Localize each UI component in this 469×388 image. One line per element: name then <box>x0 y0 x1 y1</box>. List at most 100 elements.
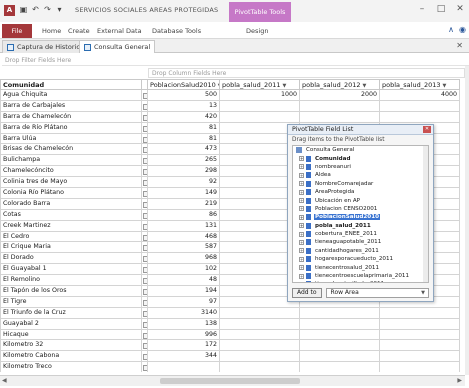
empty-cell[interactable] <box>300 100 380 112</box>
poblacion-salud-2010-cell[interactable]: 149 <box>148 188 220 199</box>
poblacion-salud-2010-cell[interactable]: 131 <box>148 220 220 232</box>
empty-cell[interactable] <box>380 318 460 330</box>
column-value-cell[interactable]: 4000 <box>380 90 460 101</box>
expand-toggle-icon[interactable] <box>142 90 148 101</box>
expand-toggle-icon[interactable] <box>142 231 148 243</box>
comunidad-cell[interactable]: Colorado Barra <box>0 198 142 210</box>
close-icon[interactable]: ✕ <box>455 4 465 14</box>
expand-toggle-icon[interactable] <box>142 188 148 199</box>
comunidad-cell[interactable]: Hicaque <box>0 329 142 341</box>
close-icon[interactable]: ✕ <box>423 126 431 133</box>
comunidad-cell[interactable]: Barra de Chamelecón <box>0 111 142 123</box>
comunidad-cell[interactable]: Barra de Río Plátano <box>0 122 142 134</box>
expand-plus-icon[interactable]: + <box>299 239 304 245</box>
comunidad-cell[interactable]: Colonia Río Plátano <box>0 188 142 199</box>
poblacion-salud-2010-cell[interactable]: 92 <box>148 177 220 189</box>
expand-toggle-icon[interactable] <box>142 318 148 330</box>
comunidad-cell[interactable]: El Guayabal 1 <box>0 264 142 276</box>
file-tab[interactable]: File <box>2 24 32 38</box>
expand-toggle-icon[interactable] <box>142 177 148 189</box>
empty-cell[interactable] <box>300 111 380 123</box>
empty-cell[interactable] <box>300 362 380 372</box>
tab-create[interactable]: Create <box>68 25 90 37</box>
comunidad-cell[interactable]: El Triunfo de la Cruz <box>0 307 142 319</box>
empty-cell[interactable] <box>380 340 460 352</box>
expand-toggle-icon[interactable] <box>142 144 148 156</box>
field-list-item[interactable]: + cantidadhogares_2011 <box>293 247 428 255</box>
field-tree-root[interactable]: Consulta General <box>293 146 428 154</box>
empty-cell[interactable] <box>220 329 300 341</box>
poblacion-salud-2010-cell[interactable]: 102 <box>148 264 220 276</box>
column-value-cell[interactable]: 2000 <box>300 90 380 101</box>
empty-cell[interactable] <box>380 329 460 341</box>
expand-plus-icon[interactable]: + <box>299 156 304 162</box>
minimize-icon[interactable]: – <box>417 4 427 14</box>
poblacion-salud-2010-cell[interactable]: 86 <box>148 209 220 221</box>
field-list-scrollbar[interactable] <box>423 146 428 282</box>
comunidad-cell[interactable]: Agua Chiquita <box>0 90 142 101</box>
field-list-item[interactable]: + pobla_salud_2011 <box>293 222 428 230</box>
comunidad-cell[interactable]: El Remolino <box>0 275 142 287</box>
poblacion-salud-2010-cell[interactable]: 172 <box>148 340 220 352</box>
column-header[interactable]: pobla_salud_2011 ▼ <box>220 79 300 90</box>
comunidad-cell[interactable]: Cotas <box>0 209 142 221</box>
save-icon[interactable]: ▣ <box>19 5 28 15</box>
expand-toggle-icon[interactable] <box>142 340 148 352</box>
filter-drop-zone[interactable]: Drop Filter Fields Here <box>2 55 469 66</box>
empty-cell[interactable] <box>300 351 380 363</box>
scrollbar-thumb[interactable] <box>160 378 300 384</box>
expand-toggle-icon[interactable] <box>142 155 148 167</box>
empty-cell[interactable] <box>300 307 380 319</box>
expand-toggle-icon[interactable] <box>142 111 148 123</box>
access-app-icon[interactable]: A <box>4 5 15 16</box>
field-list-item[interactable]: + tieneaguapotable_2011 <box>293 238 428 246</box>
column-header[interactable]: pobla_salud_2013 ▼ <box>380 79 460 90</box>
poblacion-salud-2010-cell[interactable]: 138 <box>148 318 220 330</box>
expand-plus-icon[interactable]: + <box>299 223 304 229</box>
comunidad-cell[interactable]: Kilometro Cabona <box>0 351 142 363</box>
poblacion-salud-2010-cell[interactable]: 194 <box>148 286 220 297</box>
field-list-item[interactable]: + nombreanuri <box>293 163 428 171</box>
comunidad-cell[interactable]: El Cedro <box>0 231 142 243</box>
ribbon-minimize-icon[interactable]: ∧ <box>448 25 454 34</box>
column-drop-zone[interactable]: Drop Column Fields Here <box>148 68 465 78</box>
field-list-item[interactable]: + AreaProtegida <box>293 188 428 196</box>
close-document-icon[interactable]: ✕ <box>456 41 463 50</box>
expand-plus-icon[interactable]: + <box>299 265 304 271</box>
field-list-item[interactable]: + Poblacion CENSO2001 <box>293 205 428 213</box>
horizontal-scrollbar[interactable]: ◀ ▶ <box>0 375 465 386</box>
comunidad-cell[interactable]: Guayabal 2 <box>0 318 142 330</box>
empty-cell[interactable] <box>380 111 460 123</box>
chevron-down-icon[interactable]: ▼ <box>442 83 446 89</box>
comunidad-cell[interactable]: Brisas de Chamelecón <box>0 144 142 156</box>
poblacion-salud-2010-cell[interactable]: 81 <box>148 122 220 134</box>
comunidad-cell[interactable]: Barra Ulúa <box>0 133 142 145</box>
expand-toggle-icon[interactable] <box>142 122 148 134</box>
empty-cell[interactable] <box>220 111 300 123</box>
field-list-item[interactable]: + Ubicación en AP <box>293 196 428 204</box>
expand-toggle-icon[interactable] <box>142 296 148 308</box>
expand-plus-icon[interactable]: + <box>299 198 304 204</box>
doctab-consulta-general[interactable]: Consulta General <box>79 40 156 53</box>
expand-plus-icon[interactable]: + <box>299 256 304 262</box>
help-icon[interactable]: ◉ <box>459 25 466 34</box>
expand-plus-icon[interactable]: + <box>299 214 304 220</box>
poblacion-salud-2010-cell[interactable]: 265 <box>148 155 220 167</box>
empty-cell[interactable] <box>300 340 380 352</box>
empty-cell[interactable] <box>380 307 460 319</box>
empty-cell[interactable] <box>220 318 300 330</box>
comunidad-cell[interactable]: Chamelecóncito <box>0 166 142 178</box>
expand-plus-icon[interactable]: + <box>299 248 304 254</box>
field-list-item[interactable]: + cobertura_ENEE_2011 <box>293 230 428 238</box>
expand-plus-icon[interactable]: + <box>299 273 304 279</box>
poblacion-salud-2010-cell[interactable]: 81 <box>148 133 220 145</box>
poblacion-salud-2010-cell[interactable]: 219 <box>148 198 220 210</box>
field-list-item[interactable]: + tienecentrosalud_2011 <box>293 263 428 271</box>
poblacion-salud-2010-cell[interactable]: 97 <box>148 296 220 308</box>
empty-cell[interactable] <box>220 340 300 352</box>
expand-toggle-icon[interactable] <box>142 253 148 265</box>
expand-toggle-icon[interactable] <box>142 209 148 221</box>
expand-toggle-icon[interactable] <box>142 351 148 363</box>
empty-cell[interactable] <box>300 318 380 330</box>
tab-design[interactable]: Design <box>246 25 268 37</box>
